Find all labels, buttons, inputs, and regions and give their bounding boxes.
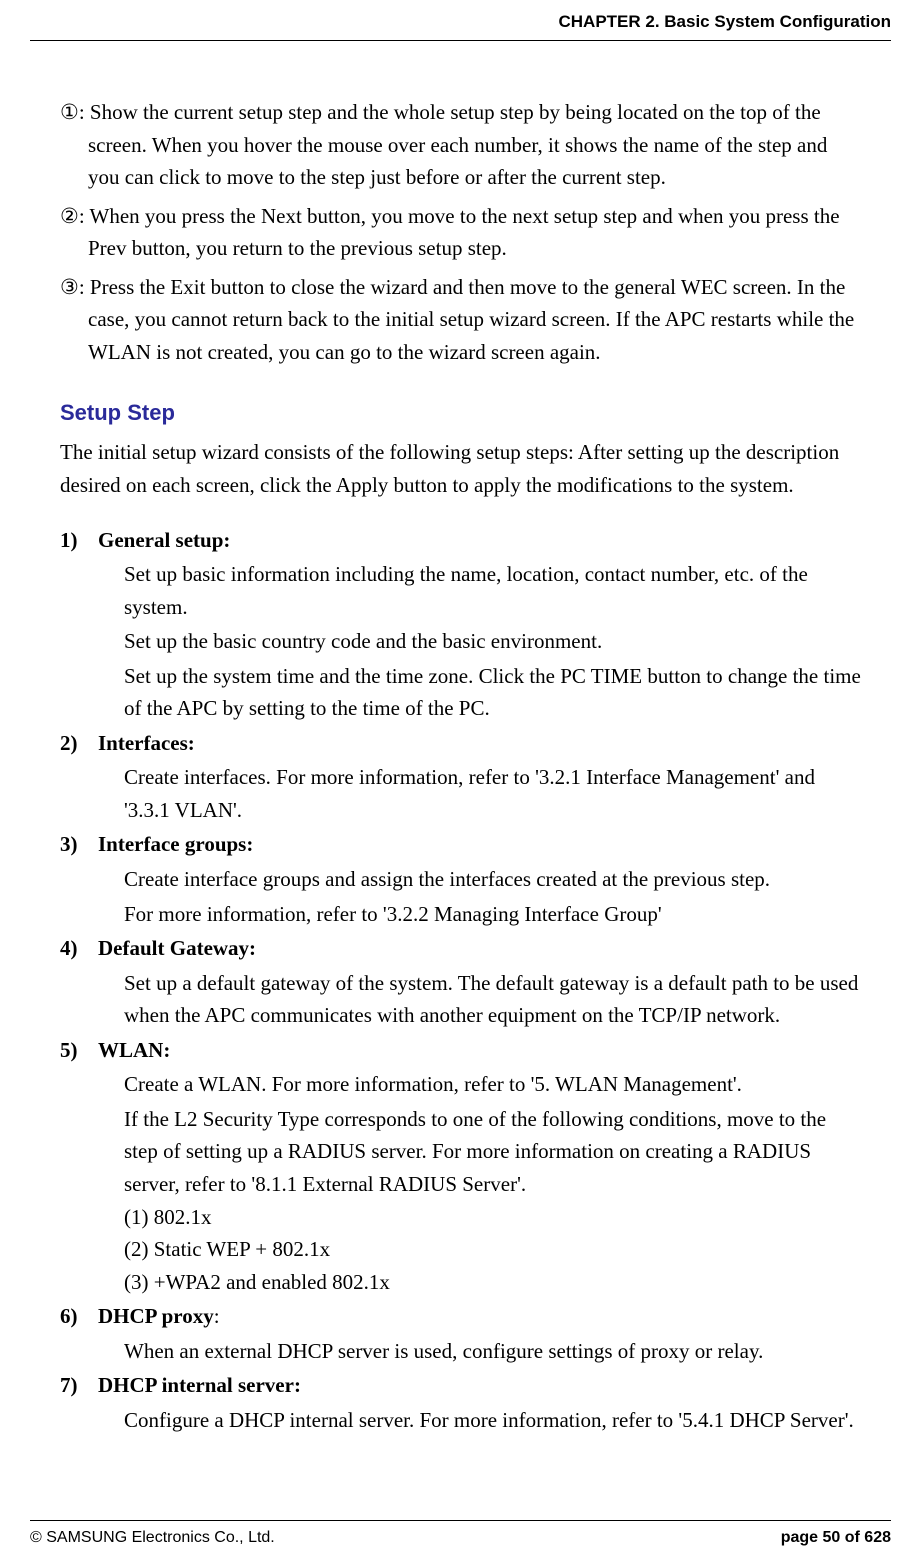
bullet-list: Create interfaces. For more information,… — [60, 761, 861, 826]
bullet-text: Set up the system time and the time zone… — [124, 660, 861, 725]
circled-line: ③: Press the Exit button to close the wi… — [60, 271, 861, 369]
bullet-text: Set up a default gateway of the system. … — [124, 967, 861, 1032]
step-label: DHCP proxy — [98, 1300, 214, 1333]
bullet-item: For more information, refer to '3.2.2 Ma… — [100, 898, 861, 931]
circled-line: ①: Show the current setup step and the w… — [60, 96, 861, 194]
numbered-steps: 1)General setup:Set up basic information… — [60, 524, 861, 1437]
bullet-list: Set up basic information including the n… — [60, 558, 861, 725]
bullet-dot-icon — [100, 660, 124, 725]
circled-text: Press the Exit button to close the wizar… — [88, 275, 854, 364]
bullet-dot-icon — [100, 967, 124, 1032]
step-heading: 6)DHCP proxy: — [60, 1300, 861, 1333]
page-content: ①: Show the current setup step and the w… — [30, 41, 891, 1436]
bullet-text: Configure a DHCP internal server. For mo… — [124, 1404, 861, 1437]
step-heading: 4)Default Gateway: — [60, 932, 861, 965]
step-number: 6) — [60, 1300, 98, 1333]
step-label: Interface groups: — [98, 828, 253, 861]
bullet-text: Set up basic information including the n… — [124, 558, 861, 623]
section-title: Setup Step — [60, 396, 861, 430]
step-number: 1) — [60, 524, 98, 557]
bullet-dot-icon — [100, 558, 124, 623]
bullet-dot-icon — [100, 1068, 124, 1101]
bullet-item: Create a WLAN. For more information, ref… — [100, 1068, 861, 1101]
circled-marker: ②: — [60, 204, 90, 228]
page-number: page 50 of 628 — [781, 1529, 891, 1547]
bullet-item: If the L2 Security Type corresponds to o… — [100, 1103, 861, 1298]
step-label: Default Gateway: — [98, 932, 256, 965]
bullet-dot-icon — [100, 898, 124, 931]
section-intro: The initial setup wizard consists of the… — [60, 436, 861, 501]
circled-marker: ①: — [60, 100, 90, 124]
step-heading: 5)WLAN: — [60, 1034, 861, 1067]
step-heading: 1)General setup: — [60, 524, 861, 557]
circled-list: ①: Show the current setup step and the w… — [60, 96, 861, 368]
bullet-item: Configure a DHCP internal server. For mo… — [100, 1404, 861, 1437]
bullet-dot-icon — [100, 1335, 124, 1368]
bullet-list: When an external DHCP server is used, co… — [60, 1335, 861, 1368]
bullet-item: Set up the system time and the time zone… — [100, 660, 861, 725]
step-label: Interfaces: — [98, 727, 195, 760]
circled-text: When you press the Next button, you move… — [88, 204, 840, 261]
copyright-text: © SAMSUNG Electronics Co., Ltd. — [30, 1529, 275, 1547]
step-number: 3) — [60, 828, 98, 861]
step-number: 7) — [60, 1369, 98, 1402]
bullet-text: When an external DHCP server is used, co… — [124, 1335, 861, 1368]
bullet-text: Set up the basic country code and the ba… — [124, 625, 861, 658]
step-heading: 7)DHCP internal server: — [60, 1369, 861, 1402]
bullet-dot-icon — [100, 863, 124, 896]
bullet-dot-icon — [100, 761, 124, 826]
circled-marker: ③: — [60, 275, 90, 299]
step-heading: 3)Interface groups: — [60, 828, 861, 861]
bullet-dot-icon — [100, 1103, 124, 1298]
step-heading: 2)Interfaces: — [60, 727, 861, 760]
step-number: 2) — [60, 727, 98, 760]
chapter-title: CHAPTER 2. Basic System Configuration — [558, 12, 891, 31]
bullet-item: When an external DHCP server is used, co… — [100, 1335, 861, 1368]
page-header: CHAPTER 2. Basic System Configuration — [30, 0, 891, 41]
step-number: 5) — [60, 1034, 98, 1067]
bullet-list: Create a WLAN. For more information, ref… — [60, 1068, 861, 1298]
step-label: WLAN: — [98, 1034, 170, 1067]
bullet-dot-icon — [100, 625, 124, 658]
bullet-item: Create interfaces. For more information,… — [100, 761, 861, 826]
step-label: General setup: — [98, 524, 230, 557]
step-number: 4) — [60, 932, 98, 965]
bullet-text: Create interfaces. For more information,… — [124, 761, 861, 826]
bullet-text: If the L2 Security Type corresponds to o… — [124, 1103, 861, 1298]
bullet-item: Set up a default gateway of the system. … — [100, 967, 861, 1032]
circled-line: ②: When you press the Next button, you m… — [60, 200, 861, 265]
bullet-text: For more information, refer to '3.2.2 Ma… — [124, 898, 861, 931]
bullet-dot-icon — [100, 1404, 124, 1437]
bullet-item: Set up basic information including the n… — [100, 558, 861, 623]
bullet-item: Set up the basic country code and the ba… — [100, 625, 861, 658]
bullet-list: Configure a DHCP internal server. For mo… — [60, 1404, 861, 1437]
circled-text: Show the current setup step and the whol… — [88, 100, 827, 189]
bullet-list: Create interface groups and assign the i… — [60, 863, 861, 930]
page-footer: © SAMSUNG Electronics Co., Ltd. page 50 … — [30, 1520, 891, 1547]
step-label: DHCP internal server: — [98, 1369, 301, 1402]
bullet-list: Set up a default gateway of the system. … — [60, 967, 861, 1032]
bullet-text: Create interface groups and assign the i… — [124, 863, 861, 896]
bullet-item: Create interface groups and assign the i… — [100, 863, 861, 896]
bullet-text: Create a WLAN. For more information, ref… — [124, 1068, 861, 1101]
step-label-suffix: : — [214, 1300, 220, 1333]
